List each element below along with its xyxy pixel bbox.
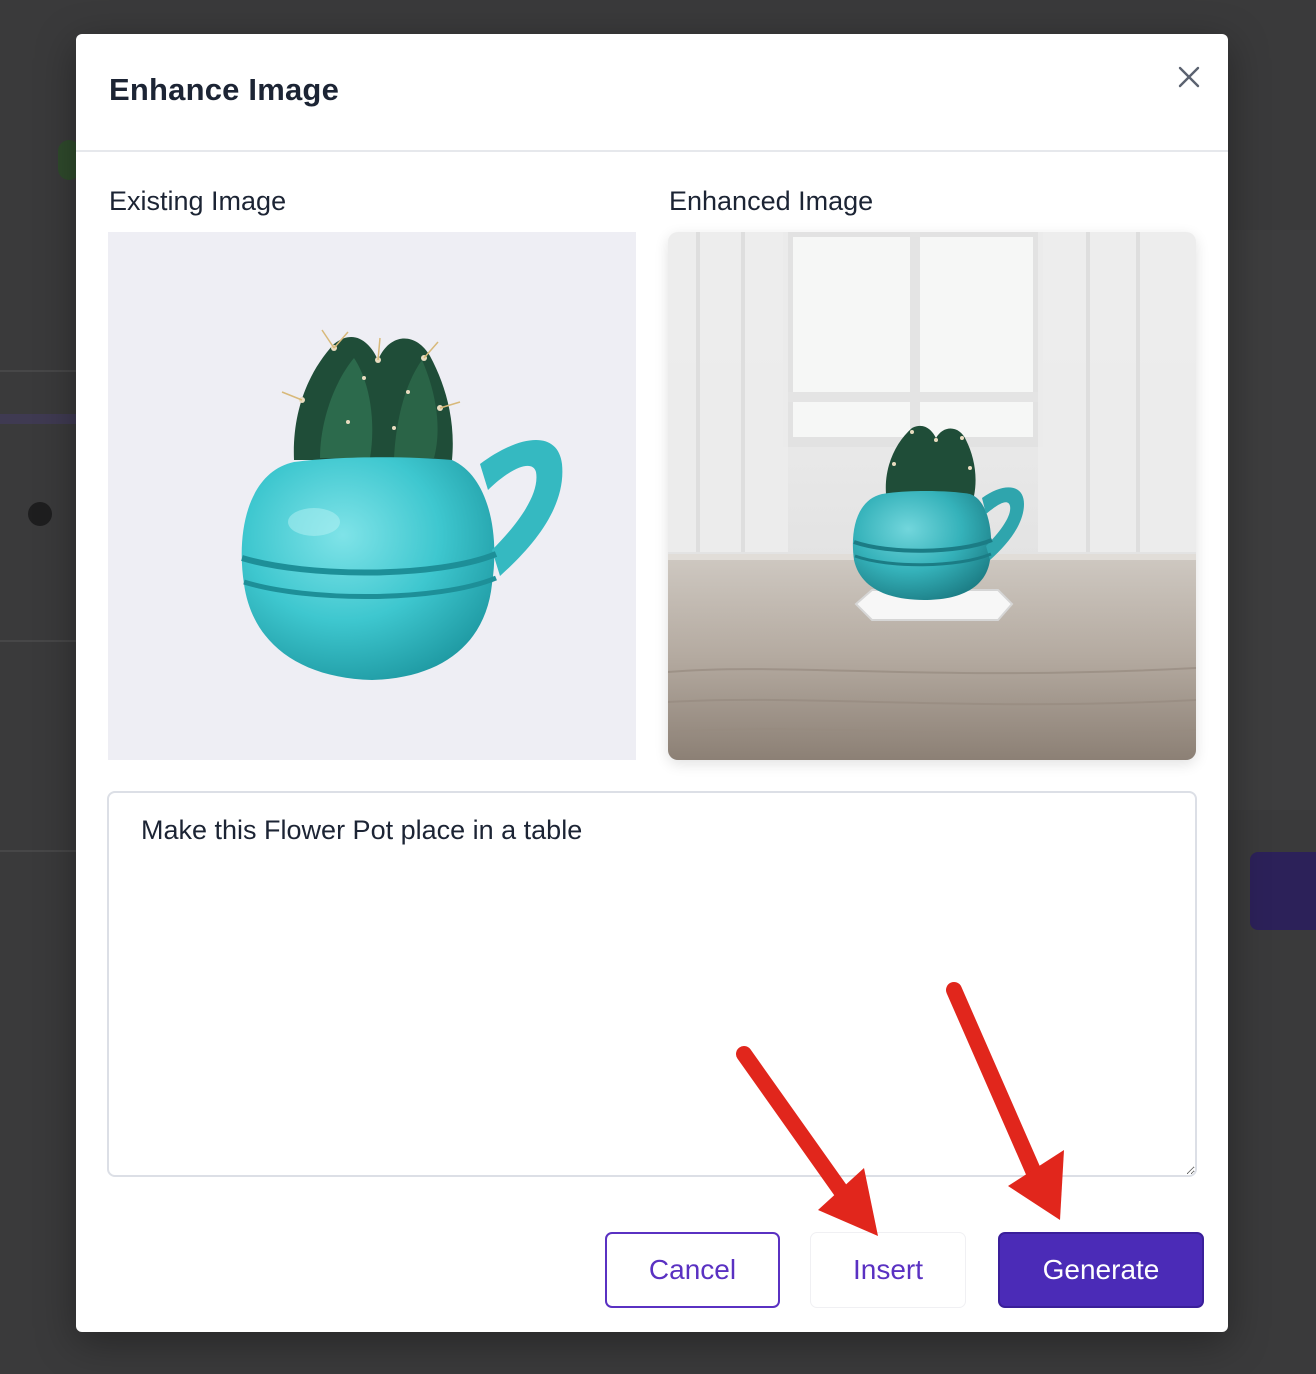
- background-avatar: [28, 502, 52, 526]
- background-divider: [0, 640, 76, 642]
- background-side-panel: [1228, 230, 1316, 810]
- generate-button[interactable]: Generate: [998, 1232, 1204, 1308]
- enhanced-image: [668, 232, 1196, 760]
- modal-header: Enhance Image: [76, 34, 1228, 152]
- background-button: [1250, 852, 1316, 930]
- enhanced-image-label: Enhanced Image: [669, 186, 874, 216]
- cancel-button[interactable]: Cancel: [605, 1232, 780, 1308]
- background-divider: [0, 850, 76, 852]
- prompt-textarea[interactable]: Make this Flower Pot place in a table: [107, 791, 1197, 1177]
- close-icon: [1178, 66, 1200, 88]
- existing-image-label: Existing Image: [109, 186, 287, 216]
- insert-button[interactable]: Insert: [810, 1232, 966, 1308]
- modal-title: Enhance Image: [109, 72, 340, 107]
- existing-image: [108, 232, 636, 760]
- background-active-item: [0, 414, 76, 424]
- enhance-image-modal: Enhance Image Existing Image Enhanced Im…: [76, 34, 1228, 1332]
- close-button[interactable]: [1172, 60, 1206, 94]
- background-divider: [0, 370, 76, 372]
